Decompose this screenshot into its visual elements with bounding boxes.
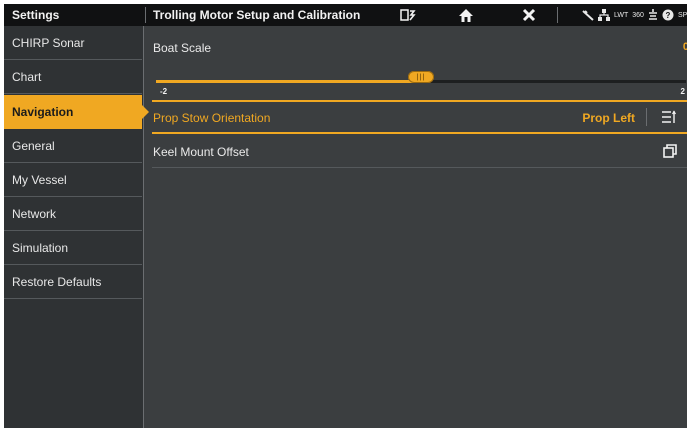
sidebar-item-my-vessel[interactable]: My Vessel — [4, 163, 142, 197]
prop-stow-orientation-label: Prop Stow Orientation — [153, 111, 271, 125]
home-icon[interactable] — [456, 7, 476, 23]
keel-mount-offset-row[interactable]: Keel Mount Offset — [152, 134, 687, 168]
sidebar-item-label: General — [12, 138, 55, 153]
divider — [646, 108, 647, 126]
status-text: SP — [677, 11, 687, 19]
sidebar-item-restore-defaults[interactable]: Restore Defaults — [4, 265, 142, 299]
sidebar-item-label: Chart — [12, 69, 42, 84]
sidebar-item-label: Navigation — [12, 105, 74, 119]
keel-mount-offset-label: Keel Mount Offset — [153, 145, 249, 159]
sidebar-item-chirp-sonar[interactable]: CHIRP Sonar — [4, 26, 142, 60]
boat-scale-slider-thumb[interactable]: ||| — [408, 71, 434, 83]
prop-stow-orientation-value: Prop Left — [582, 111, 635, 125]
settings-badge-icon: ? — [662, 9, 674, 21]
sidebar-item-general[interactable]: General — [4, 129, 142, 163]
sidebar-item-network[interactable]: Network — [4, 197, 142, 231]
boat-scale-slider-fill — [156, 80, 421, 83]
prop-stow-orientation-row[interactable]: Prop Stow Orientation Prop Left — [152, 100, 687, 134]
sidebar-item-label: My Vessel — [12, 172, 67, 187]
window-icon[interactable] — [663, 144, 677, 158]
close-icon[interactable] — [519, 7, 539, 23]
page-icon[interactable] — [399, 7, 417, 23]
slider-min-label: -2 — [160, 87, 168, 96]
slider-max-label: 2 — [680, 87, 685, 96]
sidebar-item-navigation[interactable]: Navigation — [4, 95, 149, 129]
top-bar: Settings Trolling Motor Setup and Calibr… — [4, 4, 687, 26]
divider — [145, 7, 146, 23]
divider — [557, 7, 558, 23]
boat-scale-value: 0 — [682, 41, 687, 53]
network-icon — [598, 9, 610, 21]
sidebar-item-label: Simulation — [12, 240, 69, 255]
list-menu-icon[interactable] — [661, 110, 677, 124]
sidebar: CHIRP Sonar Chart Navigation General My … — [4, 26, 149, 428]
screen: Settings Trolling Motor Setup and Calibr… — [4, 4, 687, 428]
status-text: LWT — [614, 11, 629, 19]
svg-text:?: ? — [666, 11, 671, 20]
boat-scale-label: Boat Scale — [153, 41, 212, 55]
sidebar-item-chart[interactable]: Chart — [4, 60, 142, 94]
sidebar-item-label: Network — [12, 206, 57, 221]
status-text: 360 — [632, 11, 644, 19]
gps-icon — [582, 9, 594, 21]
sidebar-item-simulation[interactable]: Simulation — [4, 231, 142, 265]
main-panel: Boat Scale 0 ||| -2 2 Prop Stow Orientat… — [145, 26, 687, 428]
boat-scale-row: Boat Scale 0 ||| -2 2 — [152, 26, 687, 100]
status-icons: LWT 360 ? SP — [582, 8, 687, 22]
page-title: Trolling Motor Setup and Calibration — [153, 8, 361, 22]
sidebar-item-label: CHIRP Sonar — [12, 35, 85, 50]
settings-title: Settings — [12, 8, 60, 22]
battery-icon — [648, 9, 658, 21]
sidebar-item-label: Restore Defaults — [12, 274, 102, 289]
